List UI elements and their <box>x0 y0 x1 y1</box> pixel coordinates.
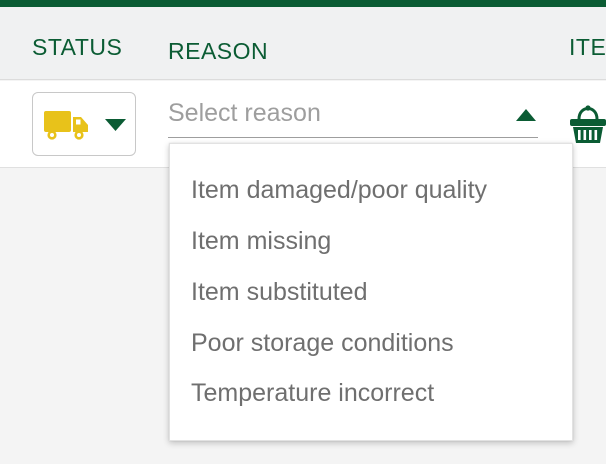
reason-option-storage[interactable]: Poor storage conditions <box>191 329 454 358</box>
chevron-down-icon <box>105 119 126 131</box>
reason-placeholder: Select reason <box>168 99 321 127</box>
table-header: STATUS REASON ITE <box>0 7 606 80</box>
top-accent-bar <box>0 0 606 7</box>
page: STATUS REASON ITE Select reason Item dam… <box>0 0 606 464</box>
chevron-up-icon <box>516 109 536 121</box>
reason-option-missing[interactable]: Item missing <box>191 227 331 256</box>
reason-option-substituted[interactable]: Item substituted <box>191 278 367 307</box>
column-header-items: ITE <box>569 34 606 60</box>
reason-option-temperature[interactable]: Temperature incorrect <box>191 379 434 408</box>
status-select[interactable] <box>32 92 136 156</box>
truck-icon <box>44 111 88 140</box>
reason-dropdown-menu: Item damaged/poor quality Item missing I… <box>169 143 573 441</box>
column-header-reason: REASON <box>168 38 269 64</box>
basket-icon[interactable] <box>569 103 606 145</box>
reason-select[interactable]: Select reason <box>168 92 538 138</box>
reason-option-damaged[interactable]: Item damaged/poor quality <box>191 176 487 205</box>
column-header-status: STATUS <box>32 34 123 60</box>
